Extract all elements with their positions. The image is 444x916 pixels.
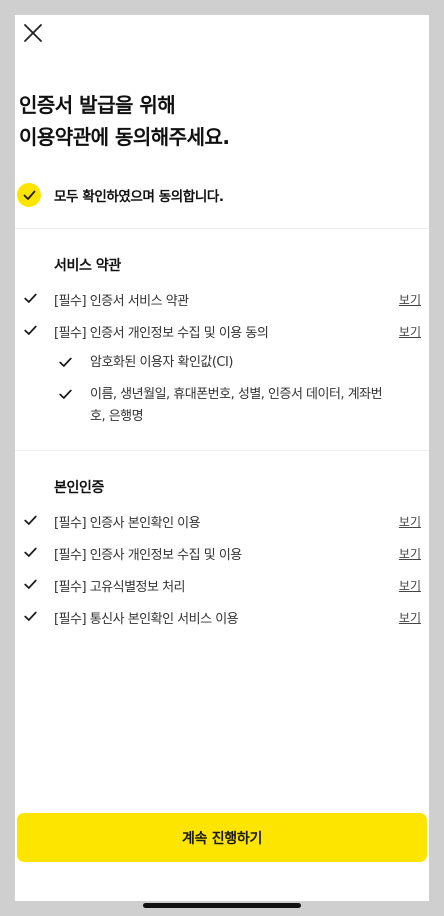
term-label: [필수] 인증서 개인정보 수집 및 이용 동의 <box>54 325 269 341</box>
page-title-line2: 이용약관에 동의해주세요. <box>19 125 230 149</box>
term-row-carrier[interactable]: [필수] 통신사 본인확인 서비스 이용 보기 <box>15 606 429 628</box>
page-title-line1: 인증서 발급을 위해 <box>19 93 176 117</box>
section-title-service-terms: 서비스 약관 <box>54 258 121 274</box>
continue-button[interactable]: 계속 진행하기 <box>17 813 427 862</box>
view-link[interactable]: 보기 <box>399 323 421 340</box>
check-icon <box>59 357 72 367</box>
agree-all-checkbox[interactable]: 모두 확인하였으며 동의합니다. <box>17 183 224 207</box>
term-label: [필수] 통신사 본인확인 서비스 이용 <box>54 611 239 627</box>
close-icon[interactable] <box>22 22 44 44</box>
term-label: [필수] 인증사 본인확인 이용 <box>54 515 201 531</box>
check-icon <box>24 611 37 621</box>
check-icon <box>24 293 37 303</box>
home-indicator <box>143 903 301 908</box>
check-circle-icon <box>17 183 41 207</box>
sub-term-row-ci[interactable]: 암호화된 이용자 확인값(CI) <box>15 352 429 374</box>
view-link[interactable]: 보기 <box>399 513 421 530</box>
term-row-unique-id[interactable]: [필수] 고유식별정보 처리 보기 <box>15 574 429 596</box>
term-row-privacy[interactable]: [필수] 인증서 개인정보 수집 및 이용 동의 보기 <box>15 320 429 342</box>
term-label: [필수] 인증사 개인정보 수집 및 이용 <box>54 547 242 563</box>
term-row-identity-use[interactable]: [필수] 인증사 본인확인 이용 보기 <box>15 510 429 532</box>
sub-term-row-personal-info[interactable]: 이름, 생년월일, 휴대폰번호, 성별, 인증서 데이터, 계좌번호, 은행명 <box>15 384 429 428</box>
check-icon <box>59 389 72 399</box>
check-icon <box>24 515 37 525</box>
term-row-identity-privacy[interactable]: [필수] 인증사 개인정보 수집 및 이용 보기 <box>15 542 429 564</box>
view-link[interactable]: 보기 <box>399 609 421 626</box>
term-label: [필수] 고유식별정보 처리 <box>54 579 186 595</box>
agree-all-label: 모두 확인하였으며 동의합니다. <box>54 189 224 205</box>
view-link[interactable]: 보기 <box>399 545 421 562</box>
divider <box>15 450 429 451</box>
check-icon <box>24 547 37 557</box>
term-row-service[interactable]: [필수] 인증서 서비스 약관 보기 <box>15 288 429 310</box>
sub-term-label: 이름, 생년월일, 휴대폰번호, 성별, 인증서 데이터, 계좌번호, 은행명 <box>90 387 383 424</box>
terms-screen: 인증서 발급을 위해 이용약관에 동의해주세요. 모두 확인하였으며 동의합니다… <box>15 15 429 901</box>
divider <box>15 228 429 229</box>
term-label: [필수] 인증서 서비스 약관 <box>54 293 189 309</box>
view-link[interactable]: 보기 <box>399 291 421 308</box>
check-icon <box>24 325 37 335</box>
sub-term-label: 암호화된 이용자 확인값(CI) <box>90 355 233 370</box>
check-icon <box>24 579 37 589</box>
section-title-identity: 본인인증 <box>54 480 104 496</box>
view-link[interactable]: 보기 <box>399 577 421 594</box>
page-title: 인증서 발급을 위해 이용약관에 동의해주세요. <box>19 89 230 153</box>
